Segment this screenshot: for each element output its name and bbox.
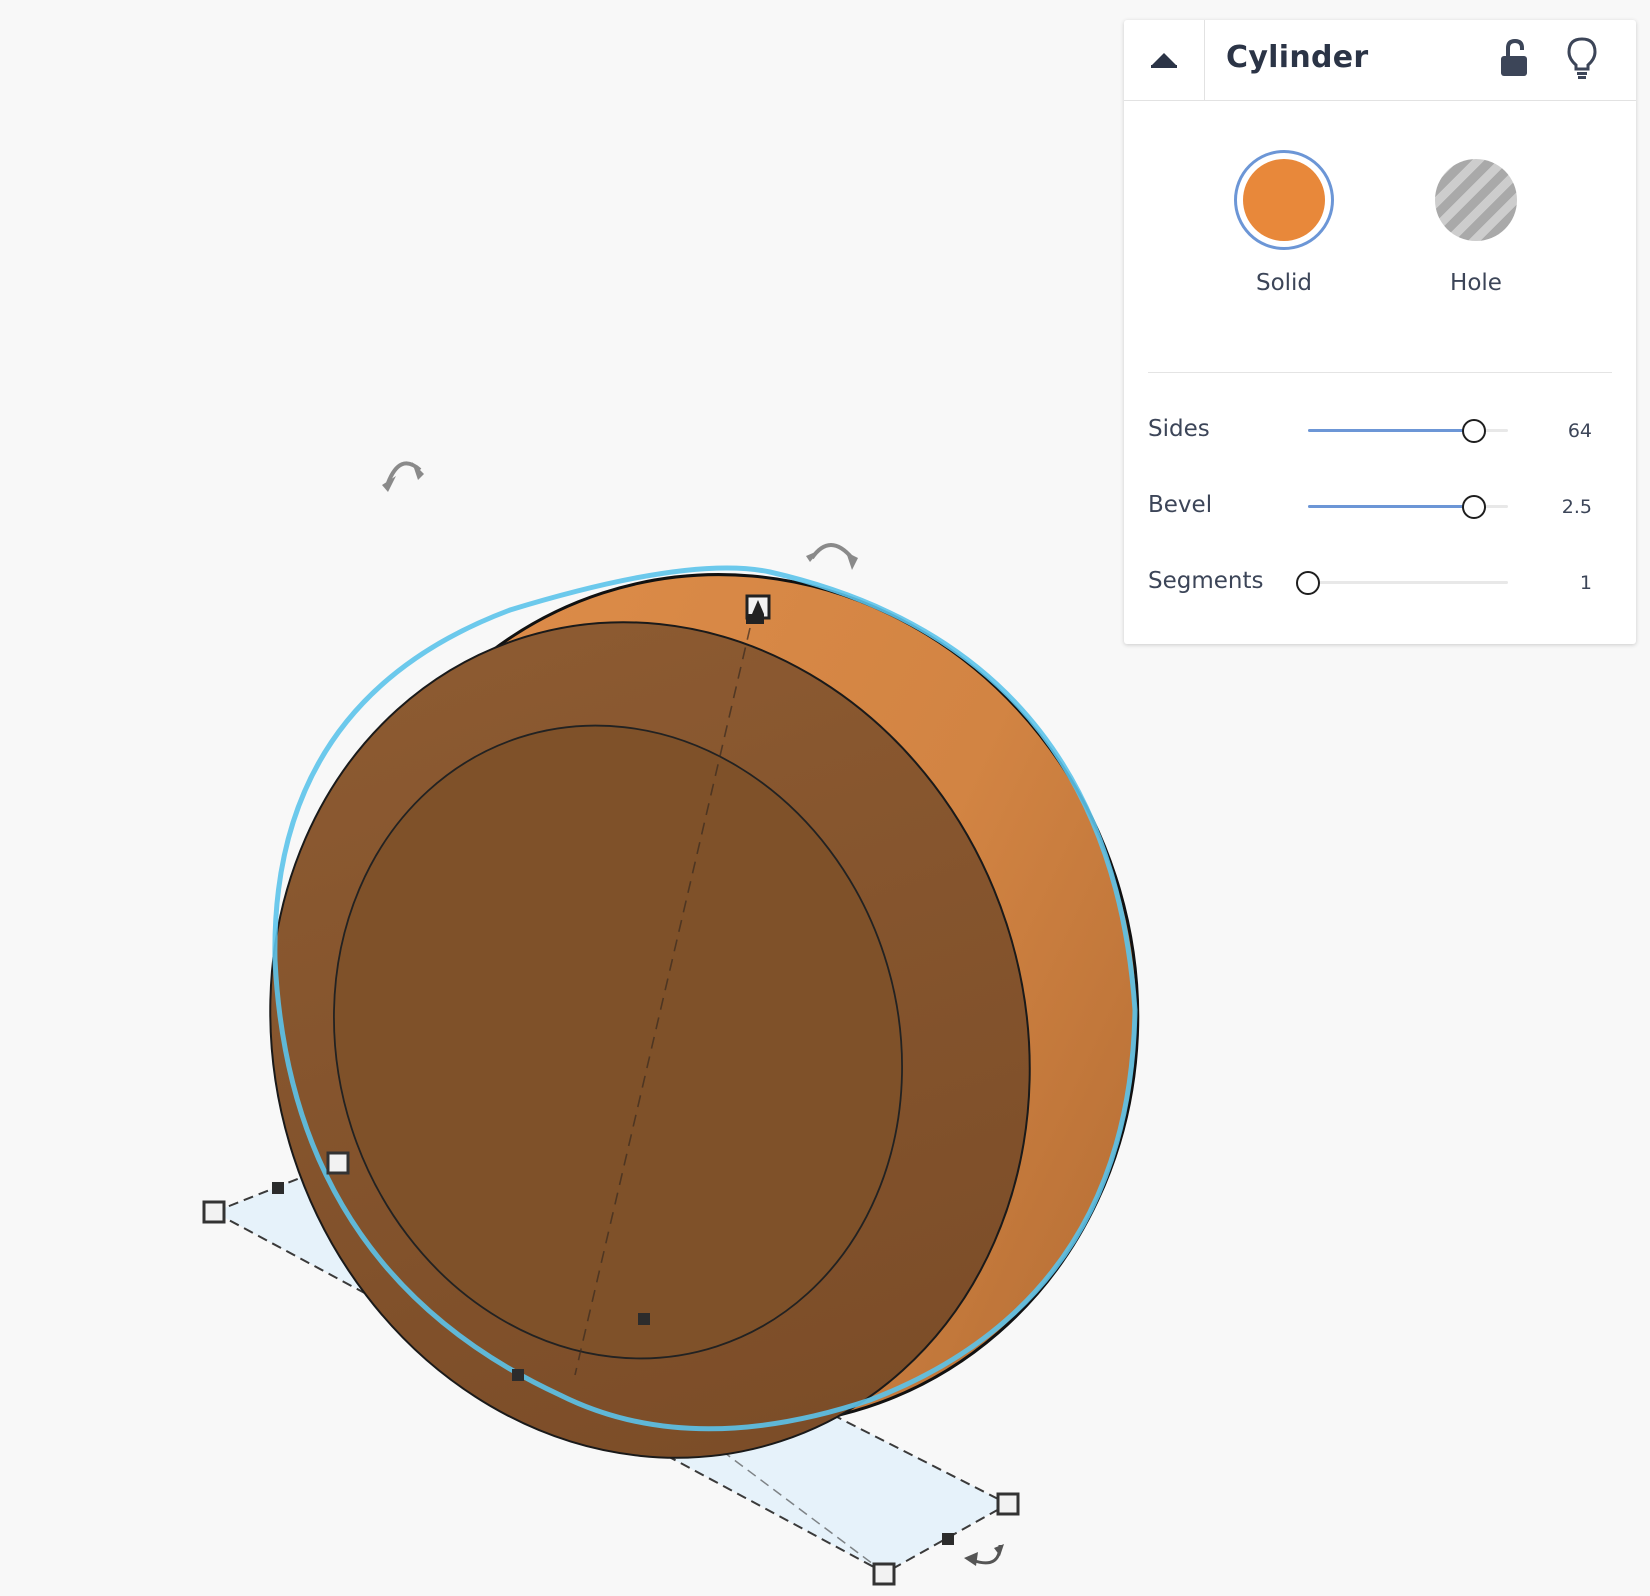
divider xyxy=(1148,372,1612,373)
hole-swatch-ring[interactable] xyxy=(1426,150,1526,250)
hole-swatch[interactable] xyxy=(1435,159,1517,241)
cylinder-shape[interactable] xyxy=(163,469,1248,1557)
edge-handle xyxy=(512,1369,524,1381)
sides-value[interactable]: 64 xyxy=(1568,420,1592,442)
bevel-slider[interactable] xyxy=(1308,486,1508,526)
segments-value[interactable]: 1 xyxy=(1580,572,1592,594)
edge-handle xyxy=(942,1533,954,1545)
segments-label: Segments xyxy=(1148,568,1264,594)
slider-thumb[interactable] xyxy=(1296,571,1320,595)
rotate-arrow-icon[interactable] xyxy=(806,543,858,570)
edge-handle xyxy=(272,1182,284,1194)
solid-option[interactable]: Solid xyxy=(1224,150,1344,296)
solid-label: Solid xyxy=(1255,270,1313,296)
rotate-arrow-icon[interactable] xyxy=(964,1544,1004,1566)
slider-thumb[interactable] xyxy=(1462,419,1486,443)
solid-color-swatch[interactable] xyxy=(1243,159,1325,241)
edge-handle xyxy=(638,1313,650,1325)
collapse-button[interactable] xyxy=(1124,20,1205,100)
hide-button[interactable] xyxy=(1566,36,1598,80)
corner-handle xyxy=(996,1492,1020,1516)
lock-button[interactable] xyxy=(1498,38,1530,78)
hole-option[interactable]: Hole xyxy=(1416,150,1536,296)
corner-handle xyxy=(326,1151,350,1175)
segments-row: Segments 1 xyxy=(1148,562,1612,602)
segments-slider[interactable] xyxy=(1296,562,1508,602)
bevel-value[interactable]: 2.5 xyxy=(1562,496,1592,518)
shape-inspector-panel: Cylinder Solid Hole Sides 64 Bevel 2.5 S… xyxy=(1124,20,1636,644)
caret-up-icon xyxy=(1151,53,1177,68)
corner-handle xyxy=(872,1562,896,1586)
corner-handle xyxy=(202,1200,226,1224)
sides-label: Sides xyxy=(1148,416,1210,442)
sides-row: Sides 64 xyxy=(1148,410,1612,450)
bevel-label: Bevel xyxy=(1148,492,1213,518)
slider-fill xyxy=(1308,429,1474,432)
slider-thumb[interactable] xyxy=(1462,495,1486,519)
lock-open-icon xyxy=(1501,38,1527,76)
shape-title: Cylinder xyxy=(1226,40,1369,75)
lightbulb-icon xyxy=(1567,37,1597,79)
solid-swatch-ring[interactable] xyxy=(1234,150,1334,250)
sides-slider[interactable] xyxy=(1308,410,1508,450)
bevel-row: Bevel 2.5 xyxy=(1148,486,1612,526)
slider-fill xyxy=(1308,505,1474,508)
slider-track xyxy=(1308,581,1508,584)
rotate-arrow-icon[interactable] xyxy=(382,461,424,492)
hole-label: Hole xyxy=(1450,270,1502,296)
inspector-header: Cylinder xyxy=(1124,20,1636,101)
